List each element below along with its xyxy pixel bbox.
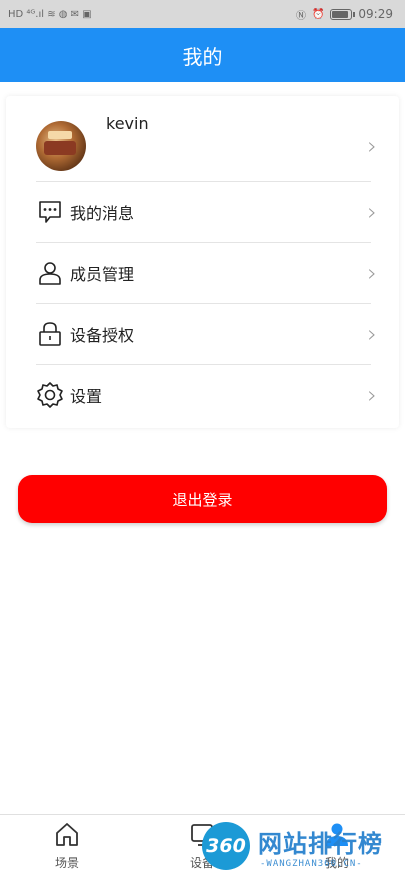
status-icons-group: HD ⁴ᴳ.ıl ≋ ◍ ✉ ▣ — [8, 8, 92, 20]
home-icon — [54, 821, 80, 851]
watermark-badge: 360 — [202, 822, 250, 870]
menu-item-label: 设置 — [70, 387, 103, 406]
gear-icon — [36, 381, 64, 409]
watermark: 360 网站排行榜 -WANGZHAN360.CN- — [200, 818, 405, 878]
username: kevin — [106, 114, 149, 133]
chevron-right-icon: › — [367, 381, 377, 409]
watermark-subtext: -WANGZHAN360.CN- — [260, 859, 363, 869]
menu-item-members[interactable]: 成员管理 › — [36, 243, 377, 303]
logout-button[interactable]: 退出登录 — [18, 475, 387, 523]
menu-item-messages[interactable]: 我的消息 › — [36, 182, 377, 242]
chevron-right-icon: › — [367, 320, 377, 348]
message-icon — [36, 198, 64, 226]
menu-item-label: 设备授权 — [70, 326, 135, 345]
menu-item-device-auth[interactable]: 设备授权 › — [36, 304, 377, 364]
tab-label: 场景 — [54, 856, 79, 870]
battery-icon — [330, 8, 356, 20]
chevron-right-icon: › — [367, 198, 377, 226]
alarm-icon: ⏰ — [311, 8, 325, 20]
menu-item-label: 成员管理 — [70, 265, 135, 284]
avatar — [36, 120, 86, 171]
status-time: 09:29 — [358, 7, 393, 21]
status-left-icons: HD ⁴ᴳ.ıl ≋ ◍ ✉ ▣ — [8, 9, 92, 20]
chevron-right-icon: › — [367, 131, 377, 160]
chevron-right-icon: › — [367, 259, 377, 287]
watermark-text: 网站排行榜 — [258, 830, 383, 858]
nfc-icon: Ⓝ — [295, 10, 306, 22]
profile-menu-card: kevin › 我的消息 › 成员管理 › 设备授权 › 设置 › — [6, 96, 399, 428]
menu-item-settings[interactable]: 设置 › — [36, 365, 377, 425]
status-right: Ⓝ ⏰ 09:29 — [296, 7, 393, 22]
tab-scene[interactable]: 场景 — [27, 821, 107, 871]
status-bar: HD ⁴ᴳ.ıl ≋ ◍ ✉ ▣ Ⓝ ⏰ 09:29 — [0, 0, 405, 28]
page-title: 我的 — [182, 44, 223, 69]
person-icon — [36, 259, 64, 287]
lock-icon — [36, 320, 64, 348]
menu-item-label: 我的消息 — [70, 204, 135, 223]
title-bar: 我的 — [0, 28, 405, 82]
profile-row[interactable]: kevin › — [36, 108, 377, 183]
